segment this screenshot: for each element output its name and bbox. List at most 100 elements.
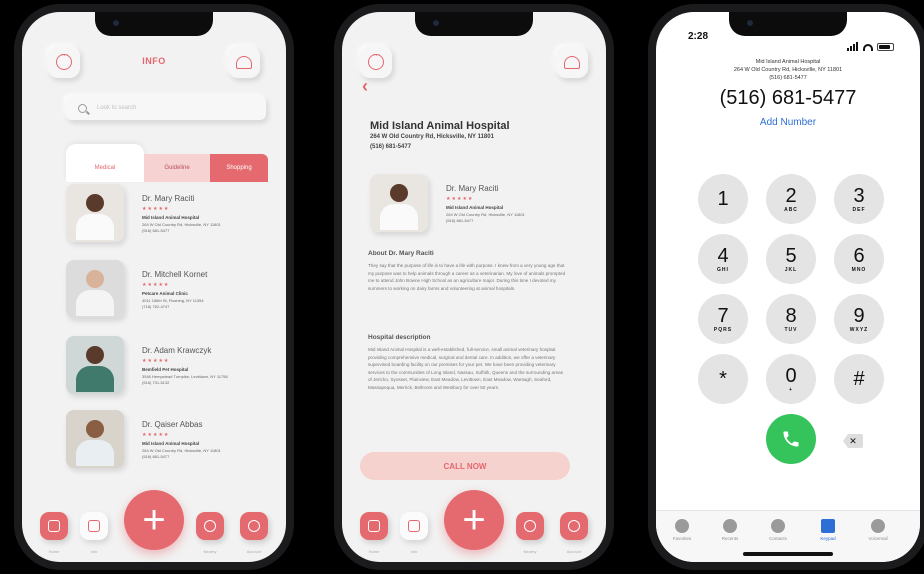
info-tab[interactable]: [400, 512, 428, 540]
hospital-address: 264 W Old Country Rd, Hicksville, NY 118…: [370, 134, 494, 140]
add-button[interactable]: +: [444, 490, 504, 550]
add-number-link[interactable]: Add Number: [656, 117, 920, 128]
search-input[interactable]: Look to search: [66, 96, 266, 120]
rating-stars: ★★★★★: [142, 282, 170, 288]
account-tab[interactable]: [560, 512, 588, 540]
dock-recents[interactable]: Recents: [708, 519, 752, 541]
key-hash[interactable]: #: [834, 354, 884, 404]
bell-icon: [236, 55, 252, 69]
account-tab[interactable]: [240, 512, 268, 540]
doctor-card[interactable]: Dr. Qaiser Abbas ★★★★★ Mid Island Animal…: [66, 410, 266, 470]
document-icon: [88, 520, 100, 532]
document-icon: [408, 520, 420, 532]
hospital-phone: (516) 681-5477: [370, 144, 412, 150]
tab-label-nearby: Nearby: [203, 549, 217, 554]
search-placeholder: Look to search: [97, 105, 137, 111]
doctor-phone: (718) 762-4747: [142, 304, 170, 309]
key-2[interactable]: 2 ABC: [766, 174, 816, 224]
voicemail-icon: [871, 519, 885, 533]
key-6[interactable]: 6 MNO: [834, 234, 884, 284]
doctor-card[interactable]: Dr. Mary Raciti ★★★★★ Mid Island Animal …: [66, 184, 266, 244]
doctor-hospital: Mid Island Animal Hospital: [446, 205, 504, 210]
rating-stars: ★★★★★: [142, 358, 170, 364]
key-7[interactable]: 7 PQRS: [698, 294, 748, 344]
contact-phone: (516) 681-5477: [769, 75, 807, 81]
add-button[interactable]: +: [124, 490, 184, 550]
tab-label-account: Account: [246, 549, 262, 554]
chat-icon: [368, 49, 384, 70]
bottom-tabbar: + Home Info Nearby Account: [342, 490, 606, 562]
tab-label-account: Account: [566, 549, 582, 554]
key-0[interactable]: 0 +: [766, 354, 816, 404]
doctor-phone: (516) 681-5477: [142, 454, 170, 459]
description-heading: Hospital description: [368, 334, 431, 341]
back-chevron-icon[interactable]: ‹: [362, 76, 368, 97]
tab-label-info: Info: [410, 549, 418, 554]
about-text: They say that the purpose of life is to …: [368, 263, 566, 291]
dock-keypad[interactable]: Keypad: [806, 519, 850, 541]
key-1[interactable]: 1: [698, 174, 748, 224]
doctor-hospital: Petcare Animal Clinic: [142, 291, 188, 296]
notch: [95, 12, 213, 36]
signal-icon: [847, 33, 859, 51]
doctor-card[interactable]: Dr. Adam Krawczyk ★★★★★ Bemfield Pet Hos…: [66, 336, 266, 396]
bottom-tabbar: + Home Info Nearby Account: [22, 490, 286, 562]
phone-hospital-detail: ‹ Mid Island Animal Hospital 264 W Old C…: [334, 4, 614, 570]
category-tabs: Medical Guideline Shopping: [66, 144, 268, 184]
call-now-button[interactable]: CALL NOW: [360, 452, 570, 480]
call-button[interactable]: [766, 414, 816, 464]
key-8[interactable]: 8 TUV: [766, 294, 816, 344]
notification-button[interactable]: [556, 46, 588, 78]
phone-info-list: INFO Look to search Medical Guideline Sh…: [14, 4, 294, 570]
clock-icon: [723, 519, 737, 533]
notch: [729, 12, 847, 36]
phone-dialer: 2:28 Mid Island Animal Hospital 264 W Ol…: [648, 4, 924, 570]
chat-button[interactable]: [360, 46, 392, 78]
info-tab[interactable]: [80, 512, 108, 540]
doctor-address: 4011 156th St, Flushing, NY 11354: [142, 298, 204, 303]
doctor-photo: [370, 174, 428, 232]
notification-button[interactable]: [228, 46, 260, 78]
doctor-hospital: Mid Island Animal Hospital: [142, 215, 200, 220]
doctor-card[interactable]: Dr. Mitchell Kornet ★★★★★ Petcare Animal…: [66, 260, 266, 320]
nearby-tab[interactable]: [516, 512, 544, 540]
doctor-name: Dr. Mary Raciti: [446, 184, 499, 193]
home-icon: [48, 520, 60, 532]
keypad-icon: [821, 519, 835, 533]
dock-favorites[interactable]: Favorites: [660, 519, 704, 541]
key-3[interactable]: 3 DEF: [834, 174, 884, 224]
phone-icon: [783, 431, 799, 447]
doctor-card[interactable]: Dr. Mary Raciti ★★★★★ Mid Island Animal …: [370, 174, 580, 236]
tab-label-home: Home: [48, 549, 60, 554]
doctor-photo: [66, 184, 124, 242]
doctor-address: 264 W Old Country Rd, Hicksville, NY 118…: [142, 222, 221, 227]
key-5[interactable]: 5 JKL: [766, 234, 816, 284]
tab-shopping[interactable]: Shopping: [210, 154, 268, 182]
hospital-name: Mid Island Animal Hospital: [370, 120, 510, 132]
doctor-name: Dr. Qaiser Abbas: [142, 420, 203, 429]
home-tab[interactable]: [40, 512, 68, 540]
tab-medical[interactable]: Medical: [66, 144, 144, 182]
rating-stars: ★★★★★: [142, 432, 170, 438]
tab-label-info: Info: [90, 549, 98, 554]
rating-stars: ★★★★★: [142, 206, 170, 212]
home-tab[interactable]: [360, 512, 388, 540]
doctor-hospital: Mid Island Animal Hospital: [142, 441, 200, 446]
dock-voicemail[interactable]: Voicemail: [856, 519, 900, 541]
dock-contacts[interactable]: Contacts: [756, 519, 800, 541]
delete-icon[interactable]: ✕: [843, 434, 863, 448]
key-star[interactable]: *: [698, 354, 748, 404]
nearby-tab[interactable]: [196, 512, 224, 540]
user-icon: [248, 520, 260, 532]
bell-icon: [564, 55, 580, 69]
tab-label-nearby: Nearby: [523, 549, 537, 554]
user-icon: [568, 520, 580, 532]
rating-stars: ★★★★★: [446, 196, 474, 202]
tab-guideline[interactable]: Guideline: [144, 154, 210, 182]
contact-name: Mid Island Animal Hospital: [755, 59, 821, 65]
key-9[interactable]: 9 WXYZ: [834, 294, 884, 344]
contact-address: 264 W Old Country Rd, Hicksville, NY 118…: [733, 67, 843, 73]
status-icons: [847, 33, 894, 51]
key-4[interactable]: 4 GHI: [698, 234, 748, 284]
phone1-screen: INFO Look to search Medical Guideline Sh…: [22, 12, 286, 562]
